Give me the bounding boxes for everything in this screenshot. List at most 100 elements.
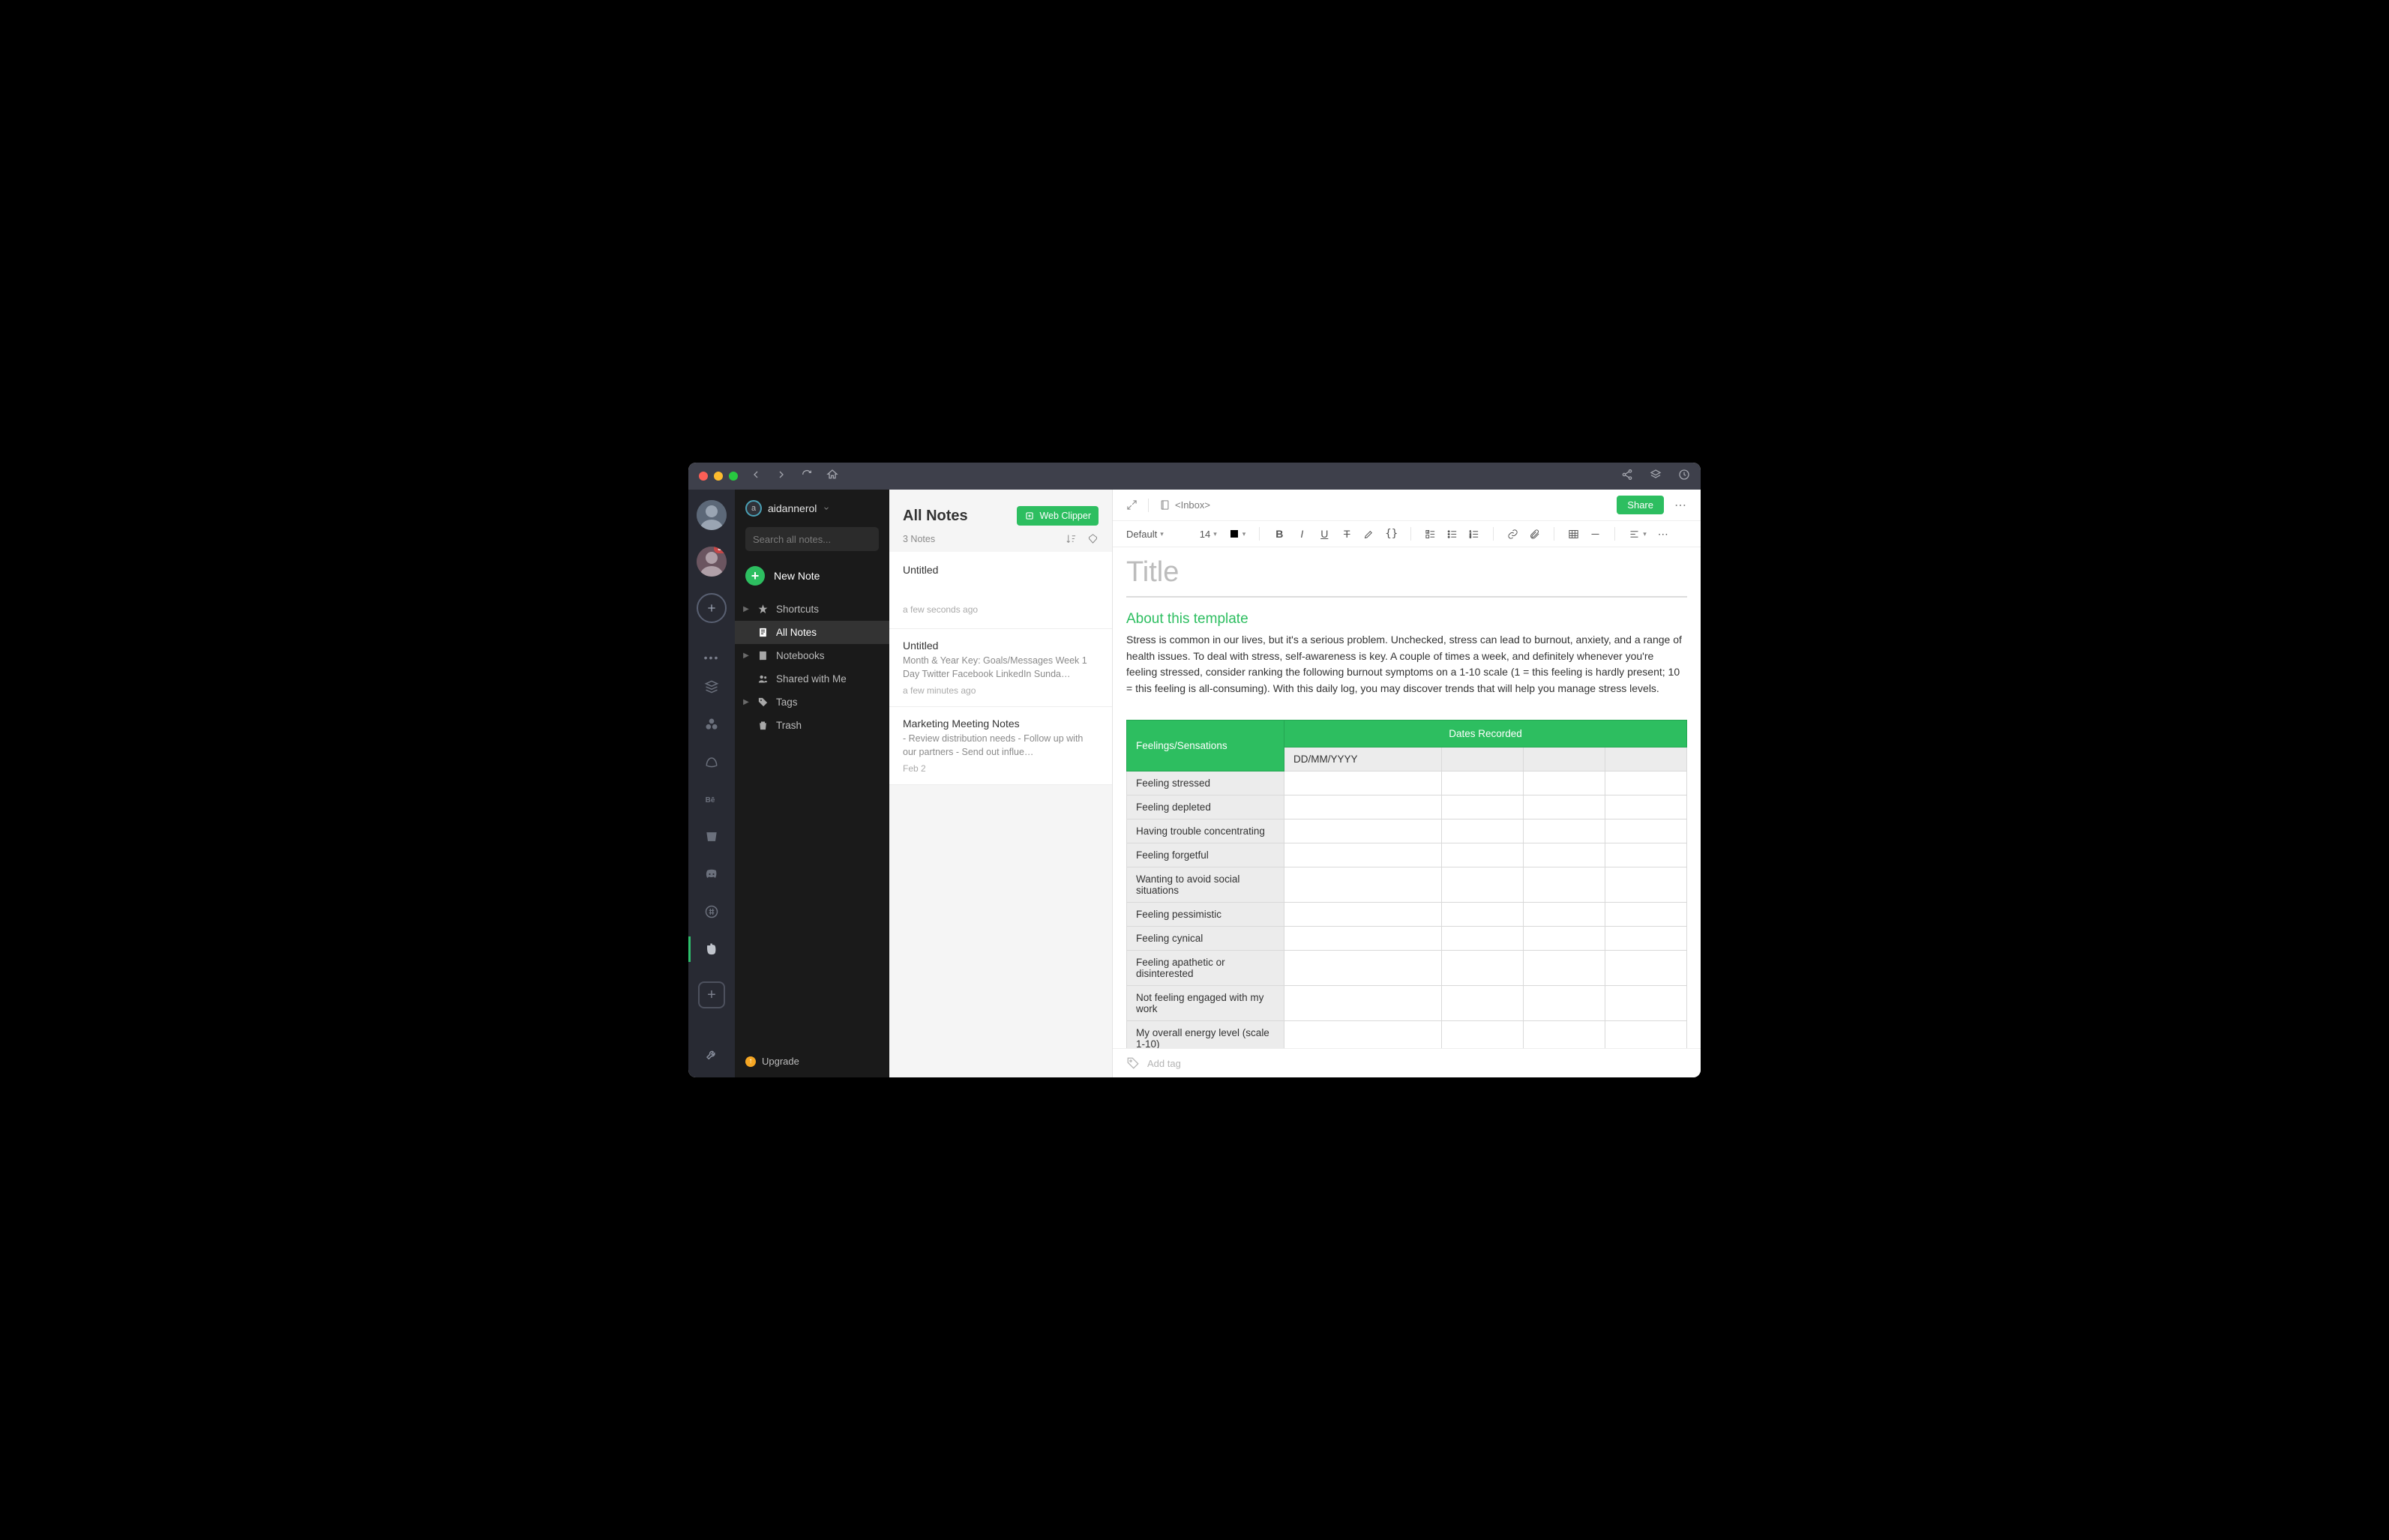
filter-icon[interactable] bbox=[1087, 533, 1099, 544]
underline-button[interactable]: U bbox=[1318, 528, 1330, 540]
notification-badge: 98 bbox=[714, 547, 727, 553]
minimize-window[interactable] bbox=[714, 472, 723, 481]
chevron-right-icon: ▶ bbox=[742, 605, 750, 613]
app-icon-box[interactable] bbox=[703, 679, 720, 695]
reload-icon[interactable] bbox=[801, 469, 813, 484]
note-card[interactable]: Marketing Meeting Notes - Review distrib… bbox=[889, 707, 1112, 785]
settings-icon[interactable] bbox=[705, 1048, 718, 1065]
new-note-label: New Note bbox=[774, 570, 820, 582]
editor: <Inbox> Share ⋯ Default ▾ 14 ▾ ▾ bbox=[1113, 490, 1701, 1077]
sidebar-item-notebooks[interactable]: ▶ Notebooks bbox=[735, 644, 889, 667]
close-window[interactable] bbox=[699, 472, 708, 481]
sidebar-item-all-notes[interactable]: All Notes bbox=[735, 621, 889, 644]
app-icon-slack[interactable] bbox=[703, 903, 720, 920]
bold-button[interactable]: B bbox=[1273, 528, 1285, 540]
sidebar-item-label: Notebooks bbox=[776, 650, 825, 661]
app-icon-evernote[interactable] bbox=[703, 941, 720, 957]
sidebar-item-tags[interactable]: ▶ Tags bbox=[735, 691, 889, 714]
bullet-list-button[interactable] bbox=[1446, 529, 1458, 540]
table-row: Not feeling engaged with my work bbox=[1127, 985, 1687, 1020]
strikethrough-button[interactable]: T bbox=[1341, 528, 1353, 540]
highlight-button[interactable] bbox=[1363, 529, 1374, 540]
note-date: a few minutes ago bbox=[903, 685, 1099, 696]
share-button[interactable]: Share bbox=[1617, 496, 1664, 514]
note-card[interactable]: Untitled Month & Year Key: Goals/Message… bbox=[889, 629, 1112, 707]
svg-text:Bē: Bē bbox=[706, 796, 715, 804]
divider-button[interactable] bbox=[1590, 529, 1601, 540]
table-row: Feeling depleted bbox=[1127, 795, 1687, 819]
note-date: a few seconds ago bbox=[903, 604, 1099, 615]
tag-icon[interactable] bbox=[1126, 1056, 1140, 1070]
sidebar-item-label: Shared with Me bbox=[776, 673, 847, 685]
more-actions-icon[interactable]: ⋯ bbox=[1674, 498, 1687, 513]
color-select[interactable]: ▾ bbox=[1230, 530, 1246, 538]
note-title-input[interactable]: Title bbox=[1126, 556, 1687, 598]
app-icon-bitbucket[interactable] bbox=[703, 828, 720, 845]
sidebar-item-trash[interactable]: Trash bbox=[735, 714, 889, 737]
table-cell[interactable] bbox=[1524, 747, 1605, 771]
tag-icon bbox=[757, 697, 769, 708]
editor-toolbar: Default ▾ 14 ▾ ▾ B I U T {} bbox=[1113, 521, 1701, 547]
web-clipper-button[interactable]: Web Clipper bbox=[1017, 506, 1099, 526]
maximize-window[interactable] bbox=[729, 472, 738, 481]
font-size-select[interactable]: 14 ▾ bbox=[1200, 529, 1217, 540]
table-row: Feeling stressed bbox=[1127, 771, 1687, 795]
chevron-right-icon: ▶ bbox=[742, 652, 750, 660]
chevron-right-icon: ▶ bbox=[742, 698, 750, 706]
expand-icon[interactable] bbox=[1126, 499, 1138, 511]
account-name: aidannerol bbox=[768, 502, 817, 514]
note-title: Marketing Meeting Notes bbox=[903, 718, 1099, 730]
notebook-selector[interactable]: <Inbox> bbox=[1159, 499, 1210, 511]
toolbar-more-icon[interactable]: ⋯ bbox=[1657, 528, 1669, 541]
link-button[interactable] bbox=[1507, 529, 1518, 540]
sidebar-item-shared[interactable]: Shared with Me bbox=[735, 667, 889, 691]
app-icon-behance[interactable]: Bē bbox=[703, 791, 720, 807]
note-list-title: All Notes bbox=[903, 508, 968, 525]
sort-icon[interactable] bbox=[1066, 533, 1077, 544]
attachment-button[interactable] bbox=[1529, 529, 1540, 540]
app-icon-basecamp[interactable] bbox=[703, 754, 720, 770]
upgrade-label: Upgrade bbox=[762, 1056, 799, 1067]
body-text: Stress is common in our lives, but it's … bbox=[1126, 632, 1687, 697]
sidebar-nav: ▶ Shortcuts All Notes ▶ Notebooks bbox=[735, 598, 889, 737]
table-button[interactable] bbox=[1568, 529, 1579, 540]
app-icon-discord[interactable] bbox=[703, 866, 720, 882]
table-header-feelings: Feelings/Sensations bbox=[1127, 720, 1284, 771]
table-date-hint[interactable]: DD/MM/YYYY bbox=[1284, 747, 1442, 771]
add-tag-input[interactable]: Add tag bbox=[1147, 1058, 1181, 1069]
new-note-button[interactable]: + New Note bbox=[735, 559, 889, 593]
align-button[interactable]: ▾ bbox=[1629, 529, 1647, 540]
home-icon[interactable] bbox=[826, 469, 838, 484]
table-cell[interactable] bbox=[1442, 747, 1524, 771]
upgrade-button[interactable]: ↑ Upgrade bbox=[735, 1045, 889, 1077]
app-rail: 98 ••• Bē + bbox=[688, 490, 735, 1077]
search-field[interactable] bbox=[753, 534, 885, 545]
italic-button[interactable]: I bbox=[1296, 528, 1308, 540]
numbered-list-button[interactable]: 123 bbox=[1468, 529, 1479, 540]
stress-table: Feelings/Sensations Dates Recorded DD/MM… bbox=[1126, 720, 1687, 1048]
workspace-avatar-2[interactable]: 98 bbox=[697, 547, 727, 577]
code-block-button[interactable]: {} bbox=[1385, 528, 1397, 540]
sidebar-item-shortcuts[interactable]: ▶ Shortcuts bbox=[735, 598, 889, 621]
account-menu[interactable]: a aidannerol bbox=[745, 500, 879, 517]
notebook-icon bbox=[1159, 499, 1171, 511]
add-app-button[interactable]: + bbox=[698, 981, 725, 1008]
add-workspace-button[interactable] bbox=[697, 593, 727, 623]
table-cell[interactable] bbox=[1605, 747, 1687, 771]
nav-forward-icon[interactable] bbox=[775, 469, 787, 484]
layers-icon[interactable] bbox=[1650, 469, 1662, 484]
font-select[interactable]: Default ▾ bbox=[1126, 529, 1164, 540]
search-input[interactable] bbox=[745, 527, 879, 551]
workspace-avatar-1[interactable] bbox=[697, 500, 727, 530]
notebook-name: <Inbox> bbox=[1175, 499, 1210, 511]
rail-more-icon[interactable]: ••• bbox=[704, 652, 720, 664]
editor-body[interactable]: Title About this template Stress is comm… bbox=[1113, 547, 1701, 1048]
table-row: Feeling cynical bbox=[1127, 926, 1687, 950]
app-icon-asana[interactable] bbox=[703, 716, 720, 733]
note-card[interactable]: Untitled a few seconds ago bbox=[889, 552, 1112, 629]
nav-back-icon[interactable] bbox=[750, 469, 762, 484]
sidebar: a aidannerol + New Note ▶ Shortcuts bbox=[735, 490, 889, 1077]
history-icon[interactable] bbox=[1678, 469, 1690, 484]
share-icon[interactable] bbox=[1621, 469, 1633, 484]
checklist-button[interactable] bbox=[1425, 529, 1436, 540]
